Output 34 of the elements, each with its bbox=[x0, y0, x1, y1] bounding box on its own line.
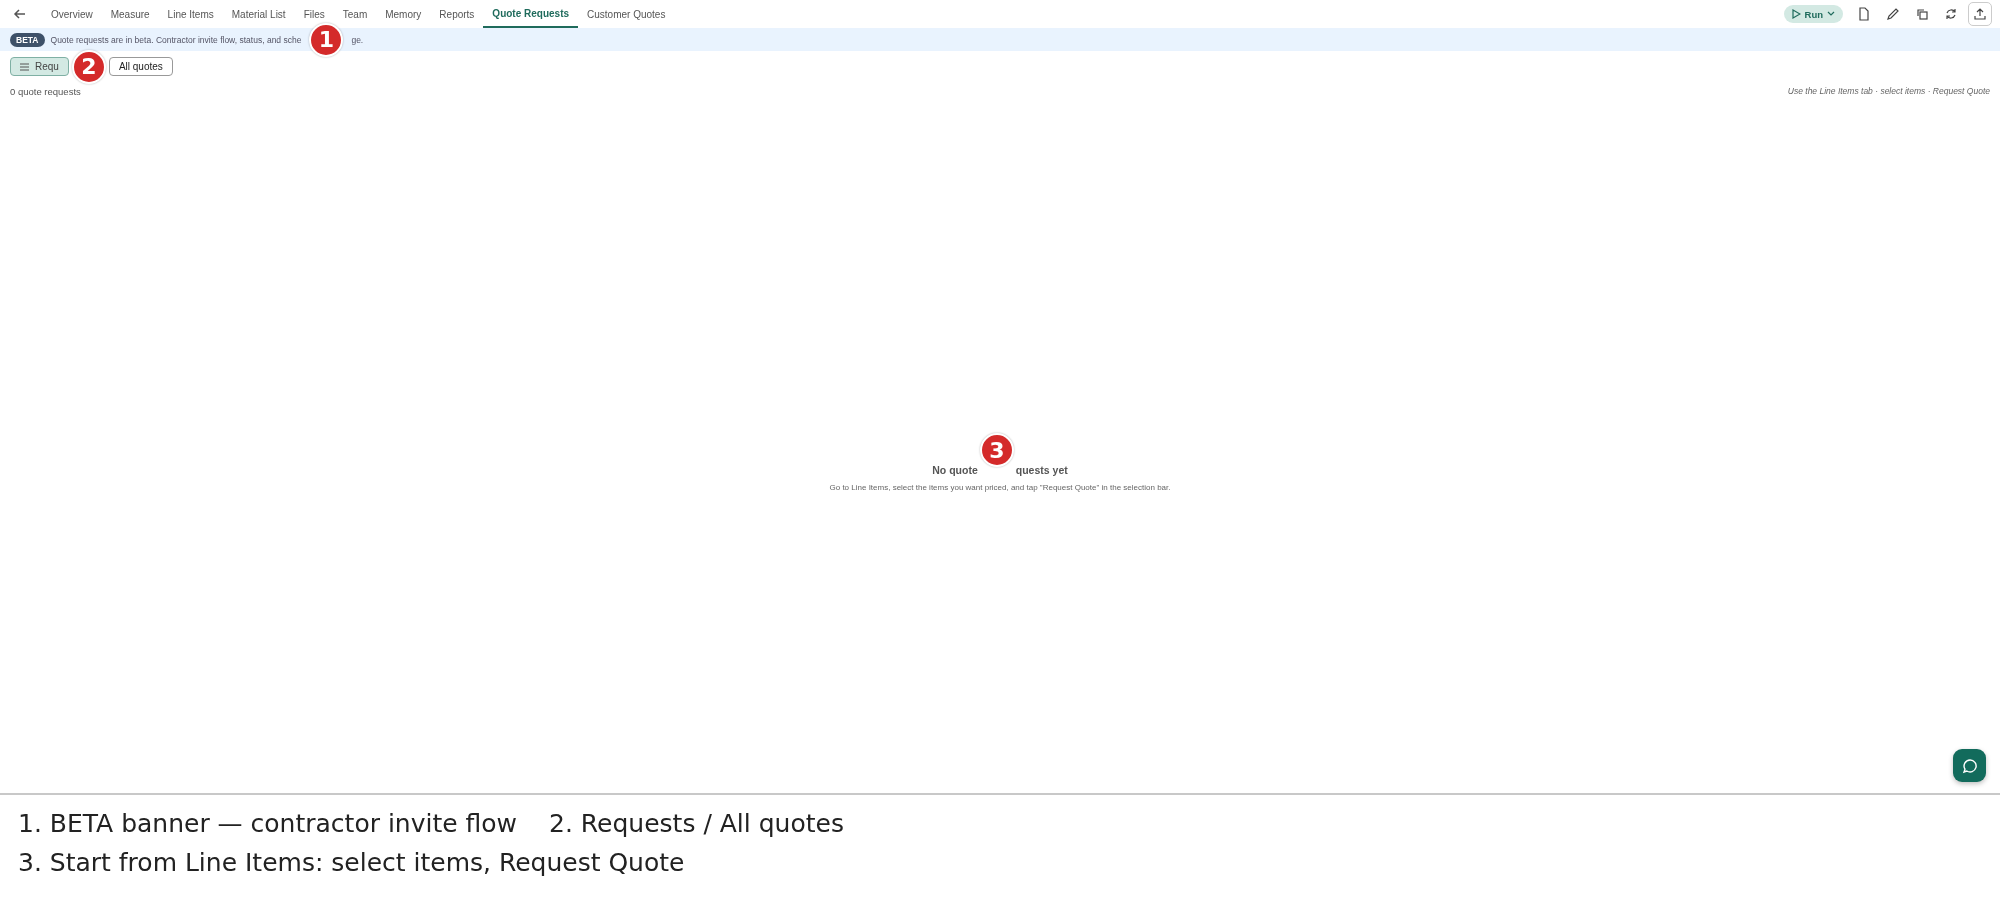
chat-button[interactable] bbox=[1953, 749, 1986, 782]
beta-badge: BETA bbox=[10, 32, 45, 47]
nav-tab[interactable]: Overview bbox=[42, 6, 102, 22]
chevron-down-icon bbox=[1827, 11, 1835, 17]
request-count: 0 quote requests bbox=[10, 86, 81, 97]
run-button[interactable]: Run bbox=[1783, 5, 1843, 23]
caption-text: 1. BETA banner — contractor invite flow bbox=[18, 809, 518, 838]
filter-button[interactable]: Requ bbox=[10, 57, 69, 76]
filter-button[interactable]: All quotes bbox=[108, 57, 173, 76]
number-marker: 3 bbox=[979, 433, 1014, 467]
upload-button[interactable] bbox=[1968, 2, 1992, 26]
nav-tab[interactable]: Files bbox=[294, 6, 334, 22]
empty-title: No quote bbox=[932, 464, 978, 476]
list-icon bbox=[20, 62, 29, 71]
empty-title: quests yet bbox=[1015, 464, 1068, 476]
nav-tab[interactable]: Customer Quotes bbox=[578, 6, 675, 22]
empty-text: Go to Line Items, select the items you want priced, and tap "Request Quote" in the selection bar. bbox=[829, 483, 1171, 492]
number-marker: 1 bbox=[309, 22, 344, 57]
nav-tab[interactable]: Memory bbox=[376, 6, 431, 22]
caption-text: 2. Requests / All quotes bbox=[549, 809, 844, 838]
upload-icon bbox=[1973, 7, 1987, 21]
play-icon bbox=[1791, 9, 1801, 19]
nav-tab[interactable]: Line Items bbox=[158, 6, 223, 22]
banner-text: Quote requests are in beta. Contractor invite flow, status, and sche bbox=[50, 34, 302, 45]
nav-tab[interactable]: Reports bbox=[430, 6, 484, 22]
number-marker: 2 bbox=[71, 49, 106, 84]
chat-icon bbox=[1961, 757, 1978, 774]
hint-text: Use the Line Items tab · select items · Request Quote bbox=[1787, 86, 1990, 97]
arrow-left-icon bbox=[13, 7, 27, 21]
caption-text: 3. Start from Line Items: select items, Request Quote bbox=[18, 848, 685, 877]
nav-tab[interactable]: Team bbox=[333, 6, 377, 22]
nav-tab[interactable]: Measure bbox=[101, 6, 159, 22]
nav-tab[interactable]: Material List bbox=[222, 6, 295, 22]
banner-text: ge. bbox=[351, 34, 364, 45]
